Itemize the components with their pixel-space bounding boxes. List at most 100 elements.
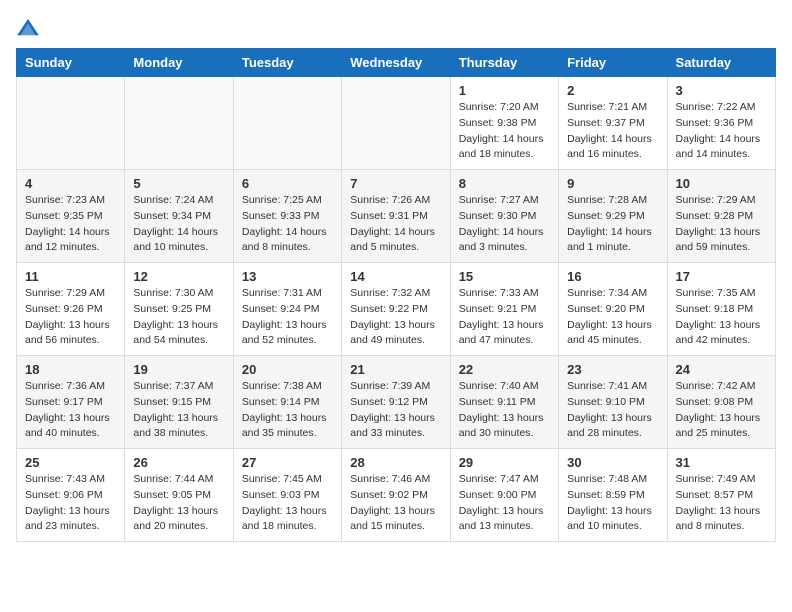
day-number: 9 (567, 176, 658, 191)
calendar-cell: 26Sunrise: 7:44 AMSunset: 9:05 PMDayligh… (125, 449, 233, 542)
day-number: 11 (25, 269, 116, 284)
day-number: 5 (133, 176, 224, 191)
calendar-cell: 20Sunrise: 7:38 AMSunset: 9:14 PMDayligh… (233, 356, 341, 449)
day-info: Sunrise: 7:31 AMSunset: 9:24 PMDaylight:… (242, 286, 333, 349)
calendar-cell: 2 Sunrise: 7:21 AMSunset: 9:37 PMDaylight… (559, 77, 667, 170)
calendar-cell (342, 77, 450, 170)
day-number: 4 (25, 176, 116, 191)
calendar-cell: 5 Sunrise: 7:24 AMSunset: 9:34 PMDaylight… (125, 170, 233, 263)
day-info: Sunrise: 7:22 AMSunset: 9:36 PMDaylight:… (676, 100, 767, 163)
day-number: 16 (567, 269, 658, 284)
calendar-cell: 3 Sunrise: 7:22 AMSunset: 9:36 PMDaylight… (667, 77, 775, 170)
day-number: 10 (676, 176, 767, 191)
calendar-cell: 28 Sunrise: 7:46 AMSunset: 9:02 PMDayligh… (342, 449, 450, 542)
calendar-cell: 17 Sunrise: 7:35 AMSunset: 9:18 PMDayligh… (667, 263, 775, 356)
day-number: 22 (459, 362, 550, 377)
day-info: Sunrise: 7:24 AMSunset: 9:34 PMDaylight:… (133, 193, 224, 256)
day-info: Sunrise: 7:30 AMSunset: 9:25 PMDaylight:… (133, 286, 224, 349)
day-info: Sunrise: 7:23 AMSunset: 9:35 PMDaylight:… (25, 193, 116, 256)
day-number: 28 (350, 455, 441, 470)
header-monday: Monday (125, 49, 233, 77)
day-info: Sunrise: 7:21 AMSunset: 9:37 PMDaylight:… (567, 100, 658, 163)
day-number: 1 (459, 83, 550, 98)
day-number: 20 (242, 362, 333, 377)
calendar-cell: 22 Sunrise: 7:40 AMSunset: 9:11 PMDayligh… (450, 356, 558, 449)
calendar-cell: 9 Sunrise: 7:28 AMSunset: 9:29 PMDaylight… (559, 170, 667, 263)
logo-icon (16, 16, 40, 40)
calendar-cell (233, 77, 341, 170)
day-info: Sunrise: 7:29 AMSunset: 9:26 PMDaylight:… (25, 286, 116, 349)
day-number: 19 (133, 362, 224, 377)
day-number: 30 (567, 455, 658, 470)
calendar-cell: 7 Sunrise: 7:26 AMSunset: 9:31 PMDaylight… (342, 170, 450, 263)
day-number: 2 (567, 83, 658, 98)
day-number: 6 (242, 176, 333, 191)
day-number: 24 (676, 362, 767, 377)
calendar-cell: 18Sunrise: 7:36 AMSunset: 9:17 PMDayligh… (17, 356, 125, 449)
calendar-cell: 29 Sunrise: 7:47 AMSunset: 9:00 PMDayligh… (450, 449, 558, 542)
calendar-cell: 16 Sunrise: 7:34 AMSunset: 9:20 PMDayligh… (559, 263, 667, 356)
header-thursday: Thursday (450, 49, 558, 77)
day-number: 3 (676, 83, 767, 98)
day-number: 8 (459, 176, 550, 191)
day-info: Sunrise: 7:45 AMSunset: 9:03 PMDaylight:… (242, 472, 333, 535)
calendar-week-5: 25Sunrise: 7:43 AMSunset: 9:06 PMDayligh… (17, 449, 776, 542)
calendar-cell (125, 77, 233, 170)
day-number: 17 (676, 269, 767, 284)
calendar-week-2: 4 Sunrise: 7:23 AMSunset: 9:35 PMDaylight… (17, 170, 776, 263)
day-info: Sunrise: 7:20 AMSunset: 9:38 PMDaylight:… (459, 100, 550, 163)
day-info: Sunrise: 7:26 AMSunset: 9:31 PMDaylight:… (350, 193, 441, 256)
calendar-cell: 27 Sunrise: 7:45 AMSunset: 9:03 PMDayligh… (233, 449, 341, 542)
day-info: Sunrise: 7:34 AMSunset: 9:20 PMDaylight:… (567, 286, 658, 349)
day-info: Sunrise: 7:35 AMSunset: 9:18 PMDaylight:… (676, 286, 767, 349)
calendar-cell: 1 Sunrise: 7:20 AMSunset: 9:38 PMDaylight… (450, 77, 558, 170)
day-info: Sunrise: 7:37 AMSunset: 9:15 PMDaylight:… (133, 379, 224, 442)
calendar-cell: 23Sunrise: 7:41 AMSunset: 9:10 PMDayligh… (559, 356, 667, 449)
calendar-cell: 10 Sunrise: 7:29 AMSunset: 9:28 PMDayligh… (667, 170, 775, 263)
day-info: Sunrise: 7:36 AMSunset: 9:17 PMDaylight:… (25, 379, 116, 442)
day-info: Sunrise: 7:41 AMSunset: 9:10 PMDaylight:… (567, 379, 658, 442)
day-number: 12 (133, 269, 224, 284)
header-wednesday: Wednesday (342, 49, 450, 77)
day-info: Sunrise: 7:46 AMSunset: 9:02 PMDaylight:… (350, 472, 441, 535)
day-number: 29 (459, 455, 550, 470)
day-info: Sunrise: 7:29 AMSunset: 9:28 PMDaylight:… (676, 193, 767, 256)
calendar-cell (17, 77, 125, 170)
day-number: 31 (676, 455, 767, 470)
calendar-cell: 25Sunrise: 7:43 AMSunset: 9:06 PMDayligh… (17, 449, 125, 542)
calendar-cell: 31 Sunrise: 7:49 AMSunset: 8:57 PMDayligh… (667, 449, 775, 542)
day-info: Sunrise: 7:32 AMSunset: 9:22 PMDaylight:… (350, 286, 441, 349)
day-info: Sunrise: 7:49 AMSunset: 8:57 PMDaylight:… (676, 472, 767, 535)
calendar-cell: 11 Sunrise: 7:29 AMSunset: 9:26 PMDayligh… (17, 263, 125, 356)
day-info: Sunrise: 7:40 AMSunset: 9:11 PMDaylight:… (459, 379, 550, 442)
calendar-cell: 13 Sunrise: 7:31 AMSunset: 9:24 PMDayligh… (233, 263, 341, 356)
calendar-cell: 30 Sunrise: 7:48 AMSunset: 8:59 PMDayligh… (559, 449, 667, 542)
calendar-cell: 14Sunrise: 7:32 AMSunset: 9:22 PMDayligh… (342, 263, 450, 356)
day-info: Sunrise: 7:47 AMSunset: 9:00 PMDaylight:… (459, 472, 550, 535)
calendar-cell: 15 Sunrise: 7:33 AMSunset: 9:21 PMDayligh… (450, 263, 558, 356)
calendar-cell: 8 Sunrise: 7:27 AMSunset: 9:30 PMDaylight… (450, 170, 558, 263)
calendar-cell: 21Sunrise: 7:39 AMSunset: 9:12 PMDayligh… (342, 356, 450, 449)
day-number: 26 (133, 455, 224, 470)
calendar-cell: 4 Sunrise: 7:23 AMSunset: 9:35 PMDaylight… (17, 170, 125, 263)
header-friday: Friday (559, 49, 667, 77)
day-info: Sunrise: 7:33 AMSunset: 9:21 PMDaylight:… (459, 286, 550, 349)
day-info: Sunrise: 7:28 AMSunset: 9:29 PMDaylight:… (567, 193, 658, 256)
header-tuesday: Tuesday (233, 49, 341, 77)
calendar-cell: 12 Sunrise: 7:30 AMSunset: 9:25 PMDayligh… (125, 263, 233, 356)
day-number: 13 (242, 269, 333, 284)
logo (16, 16, 44, 40)
day-info: Sunrise: 7:42 AMSunset: 9:08 PMDaylight:… (676, 379, 767, 442)
header-saturday: Saturday (667, 49, 775, 77)
header-sunday: Sunday (17, 49, 125, 77)
day-number: 7 (350, 176, 441, 191)
calendar-cell: 6Sunrise: 7:25 AMSunset: 9:33 PMDaylight… (233, 170, 341, 263)
page-header (16, 16, 776, 40)
day-info: Sunrise: 7:48 AMSunset: 8:59 PMDaylight:… (567, 472, 658, 535)
day-info: Sunrise: 7:43 AMSunset: 9:06 PMDaylight:… (25, 472, 116, 535)
calendar-week-1: 1 Sunrise: 7:20 AMSunset: 9:38 PMDaylight… (17, 77, 776, 170)
day-number: 15 (459, 269, 550, 284)
day-number: 21 (350, 362, 441, 377)
day-info: Sunrise: 7:27 AMSunset: 9:30 PMDaylight:… (459, 193, 550, 256)
day-number: 27 (242, 455, 333, 470)
